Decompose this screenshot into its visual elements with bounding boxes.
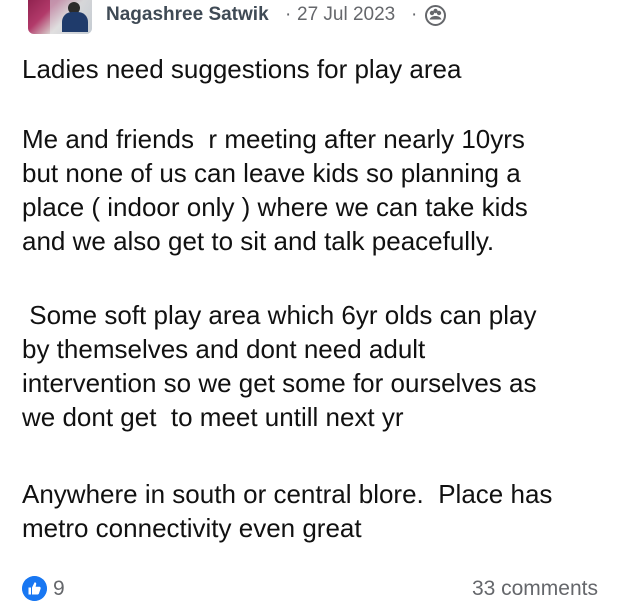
post-paragraph-title: Ladies need suggestions for play area [22,54,462,84]
post-paragraph: Anywhere in south or central blore. Plac… [22,479,553,543]
group-icon[interactable] [425,5,446,26]
post-paragraph: Some soft play area which 6yr olds can p… [22,300,537,432]
author-name[interactable]: Nagashree Satwik [106,4,269,26]
post-header: Nagashree Satwik · 27 Jul 2023 · [0,0,620,36]
post-paragraph: Me and friends r meeting after nearly 10… [22,124,528,256]
avatar[interactable] [28,0,92,34]
meta-separator: · [411,4,418,25]
meta-separator: · [285,4,292,25]
like-icon[interactable] [22,576,47,601]
post-date[interactable]: 27 Jul 2023 [297,4,395,26]
avatar-figure-body [62,12,88,32]
reaction-count[interactable]: 9 [53,577,65,601]
comments-link[interactable]: 33 comments [472,577,598,601]
